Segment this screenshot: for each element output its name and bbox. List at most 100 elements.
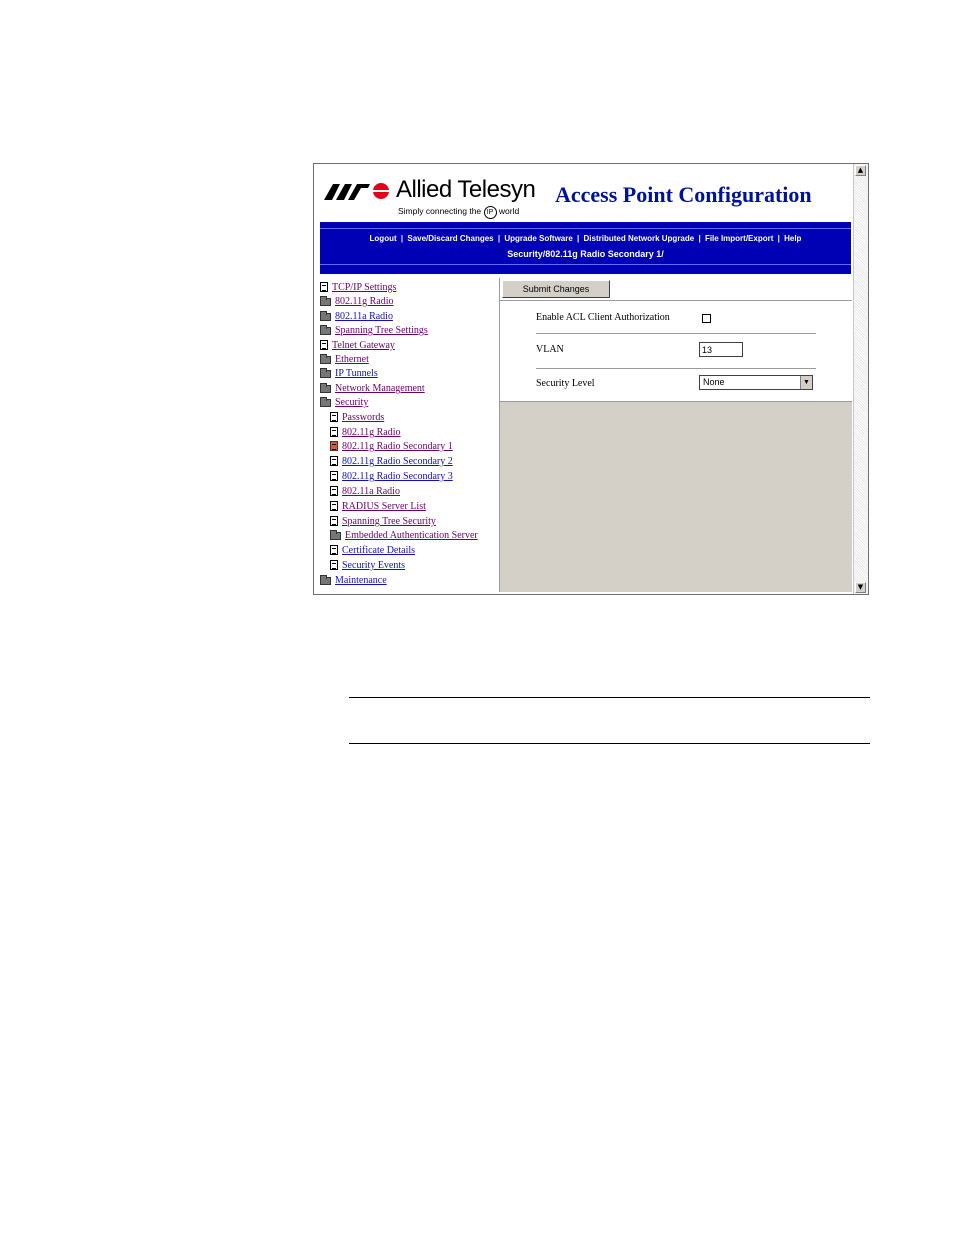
security-level-label: Security Level — [536, 378, 595, 389]
document-icon — [330, 427, 338, 437]
scroll-down-icon[interactable]: ▼ — [855, 582, 866, 593]
sidebar-item-passwords[interactable]: Passwords — [330, 411, 384, 425]
sidebar-item-embedded-authentication-server[interactable]: Embedded Authentication Server — [330, 529, 478, 543]
top-nav: Logout | Save/Discard Changes | Upgrade … — [320, 234, 851, 243]
sidebar-item-802-11g-radio-secondary-3[interactable]: 802.11g Radio Secondary 3 — [330, 470, 453, 484]
sidebar-item-802-11g-radio[interactable]: 802.11g Radio — [320, 295, 394, 309]
sidebar-item-label[interactable]: 802.11g Radio Secondary 3 — [342, 471, 453, 482]
sidebar-item-ip-tunnels[interactable]: IP Tunnels — [320, 367, 378, 381]
document-icon — [320, 282, 328, 292]
sidebar-item-label[interactable]: 802.11g Radio — [342, 427, 401, 438]
horizontal-rule — [349, 743, 870, 744]
sidebar-item-label[interactable]: Security Events — [342, 560, 405, 571]
submit-changes-button[interactable]: Submit Changes — [502, 280, 610, 298]
sidebar-item-label[interactable]: IP Tunnels — [335, 368, 378, 379]
allied-telesyn-logo: Allied Telesyn Simply connecting the IP … — [324, 176, 544, 220]
nav-help[interactable]: Help — [784, 234, 801, 243]
sidebar-item-802-11a-radio[interactable]: 802.11a Radio — [320, 310, 393, 324]
sidebar-item-label[interactable]: Certificate Details — [342, 545, 415, 556]
document-icon — [330, 471, 338, 481]
sidebar-item-label[interactable]: RADIUS Server List — [342, 501, 426, 512]
sidebar-item-label[interactable]: Spanning Tree Settings — [335, 325, 428, 336]
chevron-down-icon[interactable]: ▼ — [800, 376, 812, 389]
header-banner: Allied Telesyn Simply connecting the IP … — [318, 166, 852, 220]
divider — [320, 228, 851, 229]
folder-icon — [320, 575, 331, 585]
folder-icon — [320, 325, 331, 335]
sidebar-item-label[interactable]: Embedded Authentication Server — [345, 530, 478, 541]
allied-telesyn-logo-mark — [324, 183, 389, 200]
toolbar: Submit Changes — [500, 278, 852, 301]
sidebar-item-label[interactable]: Telnet Gateway — [332, 340, 395, 351]
nav-separator: | — [698, 234, 701, 243]
sidebar-item-security-802-11a-radio[interactable]: 802.11a Radio — [330, 485, 400, 499]
sidebar-item-security[interactable]: Security — [320, 396, 368, 410]
content-panel: Submit Changes Enable ACL Client Authori… — [500, 278, 852, 592]
nav-save-discard-changes[interactable]: Save/Discard Changes — [407, 234, 493, 243]
browser-screenshot: Allied Telesyn Simply connecting the IP … — [313, 163, 869, 595]
nav-logout[interactable]: Logout — [370, 234, 397, 243]
folder-icon — [330, 530, 341, 540]
document-icon — [330, 486, 338, 496]
brand-tagline: Simply connecting the IP world — [398, 206, 519, 219]
sidebar-item-maintenance[interactable]: Maintenance — [320, 574, 387, 588]
security-level-select[interactable]: None ▼ — [699, 375, 813, 390]
folder-icon — [320, 311, 331, 321]
nav-separator: | — [400, 234, 404, 243]
sidebar-item-label[interactable]: 802.11g Radio — [335, 296, 394, 307]
sidebar-item-802-11g-radio-secondary-2[interactable]: 802.11g Radio Secondary 2 — [330, 455, 453, 469]
nav-file-import-export[interactable]: File Import/Export — [705, 234, 773, 243]
sidebar-tree: TCP/IP Settings 802.11g Radio 802.11a Ra… — [318, 278, 500, 592]
sidebar-item-ethernet[interactable]: Ethernet — [320, 353, 369, 367]
sidebar-item-telnet-gateway[interactable]: Telnet Gateway — [320, 339, 395, 353]
acl-checkbox[interactable] — [702, 314, 711, 323]
tagline-post: world — [498, 206, 520, 216]
vlan-label: VLAN — [536, 344, 564, 355]
tagline-pre: Simply connecting the — [398, 206, 482, 216]
sidebar-item-label[interactable]: 802.11a Radio — [342, 486, 400, 497]
ip-circle-icon: IP — [483, 206, 497, 219]
sidebar-item-security-802-11g-radio[interactable]: 802.11g Radio — [330, 426, 401, 440]
folder-icon — [320, 383, 331, 393]
vertical-scrollbar[interactable]: ▲ ▼ — [853, 164, 868, 594]
nav-separator: | — [497, 234, 501, 243]
sidebar-item-label[interactable]: 802.11g Radio Secondary 2 — [342, 456, 453, 467]
sidebar-item-label[interactable]: TCP/IP Settings — [332, 282, 396, 293]
sidebar-item-802-11g-radio-secondary-1[interactable]: 802.11g Radio Secondary 1 — [330, 440, 453, 454]
selected-document-icon — [330, 441, 338, 451]
sidebar-item-certificate-details[interactable]: Certificate Details — [330, 544, 415, 558]
nav-upgrade-software[interactable]: Upgrade Software — [504, 234, 572, 243]
document-icon — [330, 545, 338, 555]
sidebar-item-spanning-tree-security[interactable]: Spanning Tree Security — [330, 515, 436, 529]
sidebar-item-label[interactable]: Ethernet — [335, 354, 369, 365]
sidebar-item-tcp-ip-settings[interactable]: TCP/IP Settings — [320, 281, 396, 295]
document-icon — [320, 340, 328, 350]
sidebar-item-label[interactable]: Network Management — [335, 383, 425, 394]
document-icon — [330, 456, 338, 466]
nav-distributed-network-upgrade[interactable]: Distributed Network Upgrade — [584, 234, 695, 243]
nav-bar: Logout | Save/Discard Changes | Upgrade … — [320, 222, 851, 274]
horizontal-rule — [349, 697, 870, 698]
sidebar-item-label[interactable]: Maintenance — [335, 575, 387, 586]
document-icon — [330, 501, 338, 511]
sidebar-item-label[interactable]: Passwords — [342, 412, 384, 423]
sidebar-item-label[interactable]: 802.11g Radio Secondary 1 — [342, 441, 453, 452]
divider — [536, 368, 816, 369]
sidebar-item-label[interactable]: 802.11a Radio — [335, 311, 393, 322]
breadcrumb: Security/802.11g Radio Secondary 1/ — [507, 249, 664, 259]
vlan-input[interactable] — [699, 342, 743, 357]
divider — [536, 333, 816, 334]
sidebar-item-security-events[interactable]: Security Events — [330, 559, 405, 573]
open-folder-icon — [320, 397, 331, 407]
sidebar-item-label[interactable]: Spanning Tree Security — [342, 516, 436, 527]
sidebar-item-label[interactable]: Security — [335, 397, 368, 408]
acl-label: Enable ACL Client Authorization — [536, 312, 670, 323]
sidebar-item-radius-server-list[interactable]: RADIUS Server List — [330, 500, 426, 514]
folder-icon — [320, 368, 331, 378]
nav-separator: | — [777, 234, 780, 243]
sidebar-item-spanning-tree-settings[interactable]: Spanning Tree Settings — [320, 324, 428, 338]
document-icon — [330, 516, 338, 526]
document-icon — [330, 560, 338, 570]
scroll-up-icon[interactable]: ▲ — [855, 165, 866, 176]
sidebar-item-network-management[interactable]: Network Management — [320, 382, 425, 396]
